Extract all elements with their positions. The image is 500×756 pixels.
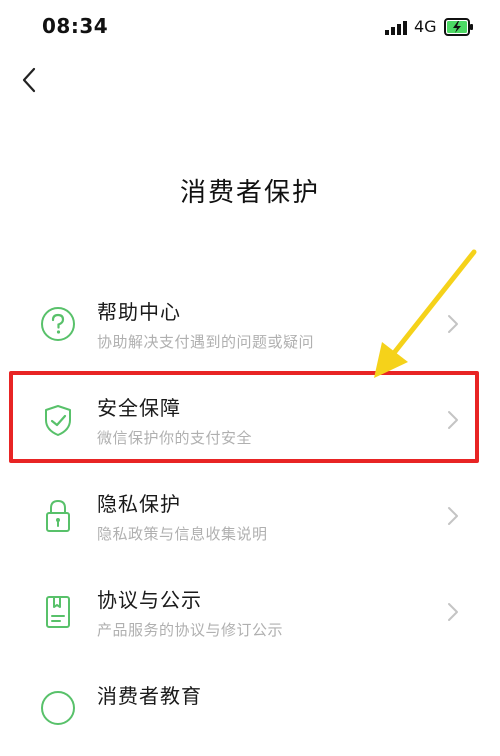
menu-item-security[interactable]: 安全保障 微信保护你的支付安全: [0, 372, 500, 468]
chevron-right-icon: [448, 315, 458, 333]
menu-item-subtitle: 产品服务的协议与修订公示: [97, 621, 284, 639]
page-title: 消费者保护: [179, 178, 320, 208]
chevron-left-icon: [22, 67, 36, 93]
question-circle-icon: [38, 304, 78, 344]
lock-icon: [38, 496, 78, 536]
back-button[interactable]: [14, 64, 44, 96]
document-icon: [38, 592, 78, 632]
menu-item-subtitle: 隐私政策与信息收集说明: [97, 525, 268, 543]
menu-item-agreements[interactable]: 协议与公示 产品服务的协议与修订公示: [0, 564, 500, 660]
status-bar: 08:34 4G: [0, 0, 500, 56]
education-icon: [38, 688, 78, 728]
signal-icon: [385, 21, 407, 35]
status-time: 08:34: [42, 14, 109, 38]
chevron-right-icon: [448, 507, 458, 525]
menu-item-privacy[interactable]: 隐私保护 隐私政策与信息收集说明: [0, 468, 500, 564]
network-label: 4G: [414, 17, 437, 36]
menu-item-title: 隐私保护: [97, 492, 181, 516]
menu-item-title: 消费者教育: [97, 684, 202, 708]
menu-item-title: 帮助中心: [97, 300, 181, 324]
chevron-right-icon: [448, 603, 458, 621]
chevron-right-icon: [448, 411, 458, 429]
menu-item-help-center[interactable]: 帮助中心 协助解决支付遇到的问题或疑问: [0, 276, 500, 372]
menu-item-subtitle: 协助解决支付遇到的问题或疑问: [97, 333, 315, 351]
menu-item-title: 安全保障: [97, 396, 181, 420]
menu-item-consumer-education[interactable]: 消费者教育: [0, 660, 500, 756]
menu-item-subtitle: 微信保护你的支付安全: [97, 429, 253, 447]
battery-charging-icon: [444, 18, 473, 36]
menu-item-title: 协议与公示: [97, 588, 202, 612]
shield-check-icon: [38, 400, 78, 440]
